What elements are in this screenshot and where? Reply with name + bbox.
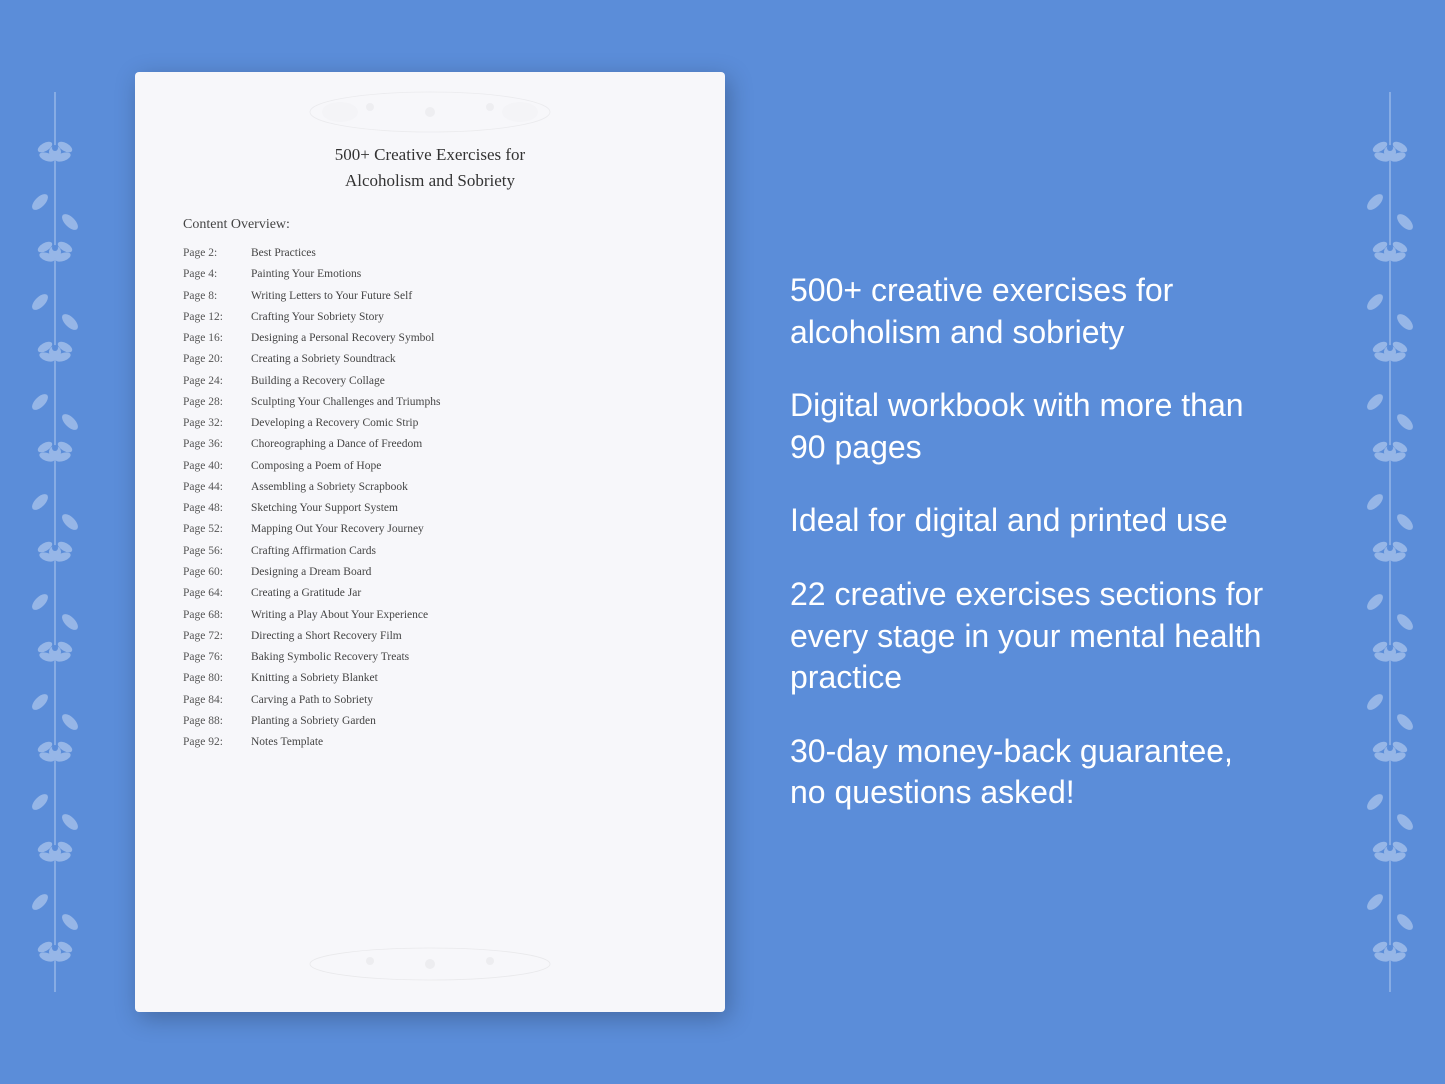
toc-page-title: Sculpting Your Challenges and Triumphs [251, 392, 440, 413]
document-area: 500+ Creative Exercises for Alcoholism a… [110, 0, 750, 1084]
toc-page-title: Writing Letters to Your Future Self [251, 286, 412, 307]
toc-page-title: Baking Symbolic Recovery Treats [251, 647, 409, 668]
toc-page-title: Best Practices [251, 243, 316, 264]
toc-page-number: Page 12: [183, 307, 251, 328]
toc-item: Page 40:Composing a Poem of Hope [183, 456, 677, 477]
toc-page-title: Developing a Recovery Comic Strip [251, 413, 418, 434]
toc-page-number: Page 84: [183, 690, 251, 711]
right-content-area: 500+ creative exercises for alcoholism a… [750, 210, 1335, 874]
toc-page-title: Sketching Your Support System [251, 498, 398, 519]
toc-item: Page 80:Knitting a Sobriety Blanket [183, 668, 677, 689]
toc-item: Page 44:Assembling a Sobriety Scrapbook [183, 477, 677, 498]
toc-page-number: Page 52: [183, 519, 251, 540]
floral-border-right [1335, 0, 1445, 1084]
toc-item: Page 20:Creating a Sobriety Soundtrack [183, 349, 677, 370]
toc-item: Page 56:Crafting Affirmation Cards [183, 541, 677, 562]
toc-page-title: Creating a Gratitude Jar [251, 583, 361, 604]
toc-page-number: Page 92: [183, 732, 251, 753]
toc-item: Page 24:Building a Recovery Collage [183, 371, 677, 392]
toc-page-title: Assembling a Sobriety Scrapbook [251, 477, 408, 498]
toc-page-number: Page 88: [183, 711, 251, 732]
feature-text: 500+ creative exercises for alcoholism a… [790, 270, 1275, 353]
toc-page-title: Painting Your Emotions [251, 264, 361, 285]
document: 500+ Creative Exercises for Alcoholism a… [135, 72, 725, 1012]
toc-page-number: Page 56: [183, 541, 251, 562]
toc-page-title: Designing a Personal Recovery Symbol [251, 328, 434, 349]
toc-page-number: Page 40: [183, 456, 251, 477]
floral-border-left [0, 0, 110, 1084]
toc-page-number: Page 72: [183, 626, 251, 647]
toc-page-number: Page 48: [183, 498, 251, 519]
toc-item: Page 76:Baking Symbolic Recovery Treats [183, 647, 677, 668]
feature-text: Ideal for digital and printed use [790, 500, 1275, 542]
toc-item: Page 28:Sculpting Your Challenges and Tr… [183, 392, 677, 413]
toc-item: Page 68:Writing a Play About Your Experi… [183, 605, 677, 626]
toc-item: Page 2:Best Practices [183, 243, 677, 264]
toc-page-title: Notes Template [251, 732, 323, 753]
toc-page-number: Page 36: [183, 434, 251, 455]
toc-page-title: Crafting Affirmation Cards [251, 541, 376, 562]
toc-page-title: Building a Recovery Collage [251, 371, 385, 392]
document-title: 500+ Creative Exercises for Alcoholism a… [183, 142, 677, 193]
toc-page-title: Writing a Play About Your Experience [251, 605, 428, 626]
toc-item: Page 52:Mapping Out Your Recovery Journe… [183, 519, 677, 540]
toc-item: Page 8:Writing Letters to Your Future Se… [183, 286, 677, 307]
feature-text: Digital workbook with more than 90 pages [790, 385, 1275, 468]
toc-page-title: Choreographing a Dance of Freedom [251, 434, 422, 455]
toc-item: Page 92:Notes Template [183, 732, 677, 753]
feature-text: 30-day money-back guarantee, no question… [790, 731, 1275, 814]
toc-page-number: Page 64: [183, 583, 251, 604]
toc-item: Page 64:Creating a Gratitude Jar [183, 583, 677, 604]
feature-block: 500+ creative exercises for alcoholism a… [790, 270, 1275, 353]
feature-block: 22 creative exercises sections for every… [790, 574, 1275, 699]
toc-item: Page 4:Painting Your Emotions [183, 264, 677, 285]
feature-block: Ideal for digital and printed use [790, 500, 1275, 542]
toc-page-title: Mapping Out Your Recovery Journey [251, 519, 424, 540]
feature-block: Digital workbook with more than 90 pages [790, 385, 1275, 468]
toc-page-number: Page 32: [183, 413, 251, 434]
toc-page-title: Designing a Dream Board [251, 562, 371, 583]
toc-page-number: Page 76: [183, 647, 251, 668]
toc-page-title: Planting a Sobriety Garden [251, 711, 376, 732]
toc-item: Page 60:Designing a Dream Board [183, 562, 677, 583]
toc-item: Page 32:Developing a Recovery Comic Stri… [183, 413, 677, 434]
toc-page-title: Composing a Poem of Hope [251, 456, 381, 477]
toc-page-number: Page 24: [183, 371, 251, 392]
toc-item: Page 84:Carving a Path to Sobriety [183, 690, 677, 711]
table-of-contents: Page 2:Best PracticesPage 4:Painting You… [183, 243, 677, 753]
toc-page-title: Creating a Sobriety Soundtrack [251, 349, 396, 370]
toc-page-title: Carving a Path to Sobriety [251, 690, 373, 711]
toc-page-title: Crafting Your Sobriety Story [251, 307, 384, 328]
toc-page-number: Page 68: [183, 605, 251, 626]
toc-item: Page 12:Crafting Your Sobriety Story [183, 307, 677, 328]
toc-page-number: Page 2: [183, 243, 251, 264]
toc-item: Page 72:Directing a Short Recovery Film [183, 626, 677, 647]
toc-page-number: Page 60: [183, 562, 251, 583]
toc-page-number: Page 80: [183, 668, 251, 689]
toc-item: Page 88:Planting a Sobriety Garden [183, 711, 677, 732]
toc-item: Page 16:Designing a Personal Recovery Sy… [183, 328, 677, 349]
feature-text: 22 creative exercises sections for every… [790, 574, 1275, 699]
toc-item: Page 36:Choreographing a Dance of Freedo… [183, 434, 677, 455]
toc-page-number: Page 8: [183, 286, 251, 307]
toc-page-number: Page 44: [183, 477, 251, 498]
bottom-ornament [280, 939, 580, 994]
top-ornament [280, 82, 580, 147]
content-overview-label: Content Overview: [183, 217, 677, 233]
toc-page-number: Page 28: [183, 392, 251, 413]
toc-page-number: Page 20: [183, 349, 251, 370]
toc-page-title: Directing a Short Recovery Film [251, 626, 402, 647]
feature-block: 30-day money-back guarantee, no question… [790, 731, 1275, 814]
toc-page-title: Knitting a Sobriety Blanket [251, 668, 378, 689]
toc-page-number: Page 16: [183, 328, 251, 349]
toc-item: Page 48:Sketching Your Support System [183, 498, 677, 519]
toc-page-number: Page 4: [183, 264, 251, 285]
